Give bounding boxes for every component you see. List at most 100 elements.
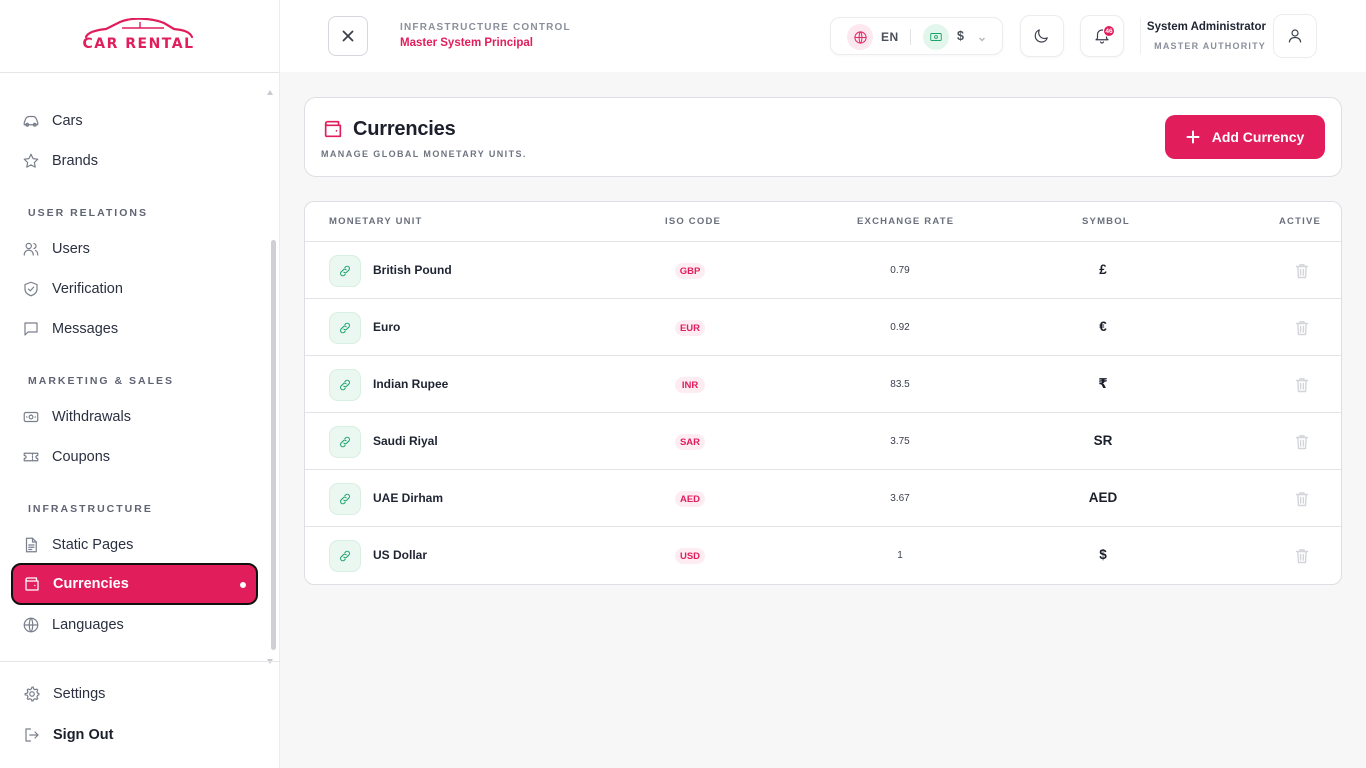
wallet-icon [322,118,344,140]
table-row[interactable]: Euro EUR 0.92 € [305,299,1341,356]
avatar[interactable] [1273,14,1317,58]
sidebar-item-label: Users [52,241,90,257]
close-icon [342,30,354,42]
globe-icon [22,616,40,634]
sidebar-item-cars[interactable]: Cars [22,101,258,141]
sidebar-item-static-pages[interactable]: Static Pages [22,525,258,565]
column-header-exchange-rate: EXCHANGE RATE [857,216,955,227]
table-row[interactable]: Indian Rupee INR 83.5 ₹ [305,356,1341,413]
language-selector[interactable]: EN [881,30,899,44]
currency-name: Saudi Riyal [373,434,438,448]
moon-icon [1034,29,1048,43]
page-header-card: Currencies MANAGE GLOBAL MONETARY UNITS.… [304,97,1342,177]
iso-code-badge: GBP [675,263,705,279]
wallet-icon [23,575,41,593]
star-icon [22,152,40,170]
currency-symbol: ₹ [1098,376,1108,391]
currency-name: US Dollar [373,548,428,562]
column-header-iso-code: ISO CODE [665,216,722,227]
close-sidebar-button[interactable] [328,16,368,56]
sidebar-item-coupons[interactable]: Coupons [22,437,258,477]
sign-out-button[interactable]: Sign Out [23,715,259,755]
exchange-rate: 3.75 [890,436,910,447]
page-subtitle: MANAGE GLOBAL MONETARY UNITS. [321,149,527,159]
user-icon [1288,29,1302,43]
sidebar-item-settings[interactable]: Settings [23,674,259,714]
car-rental-logo[interactable]: CAR RENTAL [82,17,195,52]
sign-out-label: Sign Out [53,727,114,743]
topbar: INFRASTRUCTURE CONTROL Master System Pri… [280,0,1366,72]
car-icon [22,112,40,130]
trash-icon[interactable] [1295,377,1309,393]
currency-symbol: € [1099,319,1107,334]
link-icon [329,540,361,572]
trash-icon[interactable] [1295,548,1309,564]
notification-count-badge: 46 [1103,25,1115,37]
language-globe-icon[interactable] [847,24,873,50]
link-icon [329,426,361,458]
exchange-rate: 3.67 [890,493,910,504]
link-icon [329,312,361,344]
theme-toggle-button[interactable] [1020,15,1064,57]
sidebar-item-label: Currencies [53,576,129,592]
sidebar-item-verification[interactable]: Verification [22,269,258,309]
currency-name: UAE Dirham [373,491,444,505]
add-currency-button[interactable]: Add Currency [1165,115,1325,159]
banknote-icon [22,408,40,426]
sidebar-item-withdrawals[interactable]: Withdrawals [22,397,258,437]
link-icon [329,369,361,401]
sidebar-item-label: Cars [52,113,83,129]
logo-area: CAR RENTAL [0,0,279,73]
currency-symbol: £ [1099,262,1107,277]
currency-name: Euro [373,320,401,334]
sidebar-item-label: Settings [53,686,106,702]
user-role: MASTER AUTHORITY [1154,41,1266,51]
sidebar-item-label: Brands [52,153,98,169]
iso-code-badge: SAR [675,434,705,450]
sidebar-item-users[interactable]: Users [22,229,258,269]
column-header-symbol: SYMBOL [1082,216,1130,227]
exchange-rate: 0.79 [890,265,910,276]
sidebar-item-label: Languages [52,617,124,633]
trash-icon[interactable] [1295,263,1309,279]
logo-text: CAR RENTAL [82,35,195,52]
sidebar-item-label: Verification [52,281,123,297]
currency-selector[interactable]: $ [957,29,964,43]
iso-code-badge: INR [675,377,705,393]
table-row[interactable]: UAE Dirham AED 3.67 AED [305,470,1341,527]
section-title-user-relations: USER RELATIONS [28,207,148,219]
trash-icon[interactable] [1295,491,1309,507]
sidebar-scroll-thumb[interactable] [271,240,276,650]
users-icon [22,240,40,258]
sidebar: CAR RENTAL Cars Brands USER RELATIONS Us… [0,0,280,768]
file-text-icon [22,536,40,554]
link-icon [329,255,361,287]
message-icon [22,320,40,338]
currencies-table: MONETARY UNIT ISO CODE EXCHANGE RATE SYM… [304,201,1342,585]
trash-icon[interactable] [1295,320,1309,336]
sidebar-item-messages[interactable]: Messages [22,309,258,349]
currency-name: Indian Rupee [373,377,449,391]
chevron-down-icon[interactable] [977,31,987,42]
currency-symbol: AED [1088,490,1118,505]
currency-banknote-icon[interactable] [923,24,949,50]
table-row[interactable]: British Pound GBP 0.79 £ [305,242,1341,299]
shield-check-icon [22,280,40,298]
sidebar-item-label: Messages [52,321,119,337]
scroll-up-arrow-icon[interactable] [267,90,273,95]
sidebar-item-currencies[interactable]: Currencies [11,563,258,605]
notifications-button[interactable]: 46 [1080,15,1124,57]
column-header-monetary-unit: MONETARY UNIT [329,216,423,227]
sidebar-item-brands[interactable]: Brands [22,141,258,181]
trash-icon[interactable] [1295,434,1309,450]
table-row[interactable]: US Dollar USD 1 $ [305,527,1341,584]
currency-symbol: SR [1093,433,1113,448]
column-header-active: ACTIVE [1279,216,1322,227]
table-row[interactable]: Saudi Riyal SAR 3.75 SR [305,413,1341,470]
link-icon [329,483,361,515]
table-header: MONETARY UNIT ISO CODE EXCHANGE RATE SYM… [305,202,1341,242]
breadcrumb-title: Master System Principal [400,37,533,49]
section-title-marketing-sales: MARKETING & SALES [28,375,175,387]
sidebar-item-languages[interactable]: Languages [22,605,258,645]
gear-icon [23,685,41,703]
